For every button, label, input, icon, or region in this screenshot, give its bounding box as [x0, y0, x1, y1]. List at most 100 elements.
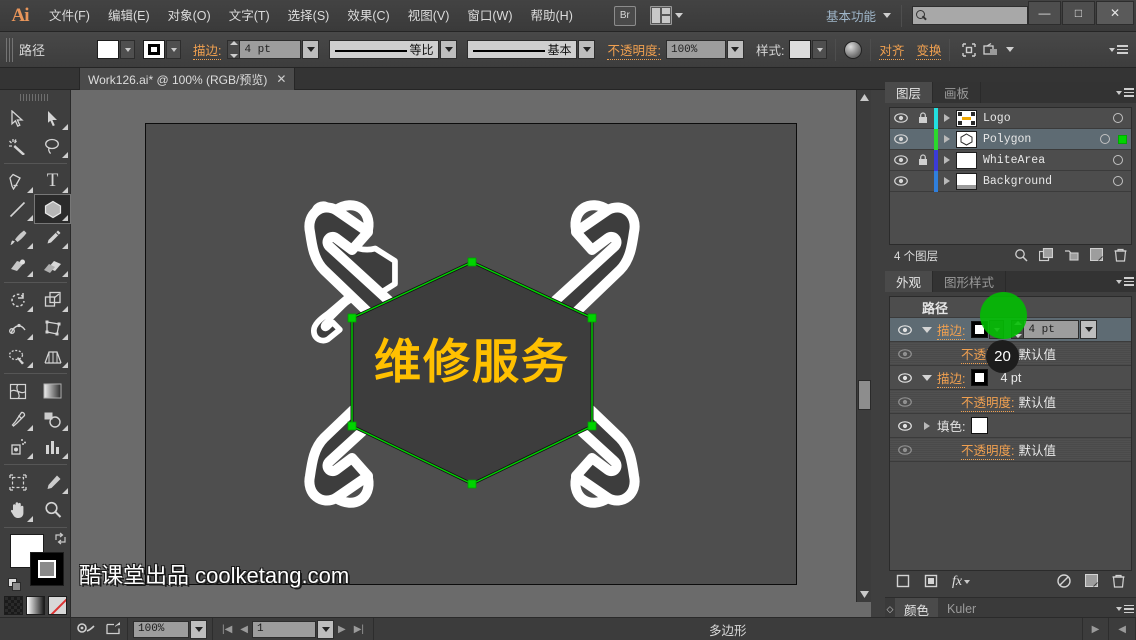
- layer-name[interactable]: Logo: [983, 112, 1105, 125]
- control-bar-menu-icon[interactable]: [1109, 45, 1128, 54]
- layer-visibility-icon[interactable]: [890, 155, 912, 165]
- appearance-opacity-label[interactable]: 不透明度:: [961, 344, 1015, 364]
- appearance-stroke-width-input[interactable]: 4 pt: [1023, 320, 1080, 339]
- stroke-profile-chevron-icon[interactable]: [440, 40, 458, 59]
- color-mode-button[interactable]: [3, 596, 23, 615]
- clipping-mask-icon[interactable]: [980, 40, 1002, 60]
- align-button[interactable]: 对齐: [879, 40, 905, 60]
- appearance-stroke-label[interactable]: 描边:: [937, 320, 966, 340]
- mask-chevron-icon[interactable]: [1006, 47, 1015, 52]
- appearance-visibility-icon[interactable]: [893, 324, 917, 335]
- eraser-tool[interactable]: [35, 251, 70, 279]
- last-artboard-icon[interactable]: ▶|: [350, 624, 368, 635]
- menu-edit[interactable]: 编辑(E): [99, 0, 159, 32]
- menu-view[interactable]: 视图(V): [399, 0, 459, 32]
- rotate-tool[interactable]: [0, 286, 35, 314]
- layer-expand-icon[interactable]: [938, 114, 956, 122]
- graphic-style-swatch[interactable]: [789, 40, 812, 59]
- menu-file[interactable]: 文件(F): [40, 0, 99, 32]
- stroke-width-control[interactable]: 4 pt: [227, 40, 320, 59]
- scale-tool[interactable]: [35, 286, 70, 314]
- opacity-input[interactable]: 100%: [665, 40, 726, 59]
- appearance-fill-label[interactable]: 填色:: [937, 416, 965, 435]
- pencil-tool[interactable]: [35, 223, 70, 251]
- layer-expand-icon[interactable]: [938, 135, 956, 143]
- symbol-sprayer-tool[interactable]: [0, 433, 35, 461]
- layers-panel-menu-icon[interactable]: [1114, 82, 1136, 103]
- line-segment-tool[interactable]: [0, 195, 35, 223]
- menu-effect[interactable]: 效果(C): [338, 0, 398, 32]
- brush-definition-chevron-icon[interactable]: [578, 40, 596, 59]
- layer-target-icon[interactable]: [1105, 113, 1131, 123]
- opacity-chevron-icon[interactable]: [726, 40, 744, 59]
- eyedropper-tool[interactable]: [0, 405, 35, 433]
- scroll-up-icon[interactable]: [857, 90, 871, 105]
- hand-tool[interactable]: [0, 496, 35, 524]
- layer-expand-icon[interactable]: [938, 177, 956, 185]
- create-new-layer-icon[interactable]: [1089, 247, 1104, 264]
- fill-swatch[interactable]: [97, 40, 119, 59]
- tab-artboards[interactable]: 画板: [933, 82, 982, 103]
- status-scroll-right-icon[interactable]: ▶: [1081, 617, 1110, 640]
- appearance-visibility-icon[interactable]: [893, 372, 917, 383]
- appearance-expand-icon[interactable]: [917, 374, 937, 381]
- blend-tool[interactable]: [35, 405, 70, 433]
- slice-tool[interactable]: [35, 468, 70, 496]
- clear-appearance-icon[interactable]: [1057, 573, 1071, 591]
- duplicate-item-icon[interactable]: [1084, 573, 1099, 590]
- stroke-width-stepper[interactable]: [227, 40, 240, 59]
- appearance-opacity-label[interactable]: 不透明度:: [961, 440, 1015, 460]
- status-text[interactable]: 多边形: [374, 620, 1082, 639]
- delete-layer-icon[interactable]: [1114, 248, 1127, 265]
- panel-grip-icon[interactable]: ◇: [885, 604, 895, 615]
- add-effect-icon[interactable]: fx: [952, 574, 971, 590]
- appearance-expand-icon[interactable]: [917, 421, 937, 430]
- shape-builder-tool[interactable]: [0, 342, 35, 370]
- artboard-number-input[interactable]: 1: [252, 620, 316, 638]
- tab-graphic-styles[interactable]: 图形样式: [933, 271, 1007, 292]
- artboard[interactable]: 维修服务: [145, 123, 797, 585]
- document-tab[interactable]: Work126.ai* @ 100% (RGB/预览) ✕: [79, 68, 296, 90]
- add-new-fill-icon[interactable]: [924, 574, 938, 591]
- appearance-expand-icon[interactable]: [917, 326, 937, 333]
- stroke-swatch-control[interactable]: [143, 40, 181, 59]
- fill-swatch-control[interactable]: [97, 40, 135, 59]
- artboard-tool[interactable]: [0, 468, 35, 496]
- appearance-row-opacity-2[interactable]: 不透明度: 默认值: [890, 390, 1131, 414]
- lasso-tool[interactable]: [35, 132, 70, 160]
- column-graph-tool[interactable]: [35, 433, 70, 461]
- appearance-row-stroke-2[interactable]: 描边: 4 pt: [890, 366, 1131, 390]
- appearance-visibility-icon[interactable]: [893, 396, 917, 407]
- stepper-up-icon[interactable]: [229, 41, 238, 45]
- selection-tool[interactable]: [0, 104, 35, 132]
- delete-item-icon[interactable]: [1112, 574, 1125, 591]
- appearance-stroke-swatch[interactable]: [971, 369, 989, 386]
- stroke-color-swatch[interactable]: [30, 552, 64, 586]
- appearance-empty-space[interactable]: [890, 462, 1131, 570]
- appearance-stroke-stepper[interactable]: [1011, 320, 1024, 339]
- zoom-chevron-icon[interactable]: [190, 619, 207, 639]
- layer-lock-icon[interactable]: [912, 154, 934, 166]
- opacity-label[interactable]: 不透明度:: [607, 40, 661, 60]
- tab-appearance[interactable]: 外观: [885, 271, 934, 292]
- layer-target-icon[interactable]: [1105, 176, 1131, 186]
- create-new-sublayer-icon[interactable]: [1064, 248, 1079, 265]
- appearance-fill-swatch[interactable]: [971, 417, 989, 434]
- page-navigation[interactable]: |◀ ◀ 1 ▶ ▶|: [213, 617, 374, 640]
- bridge-icon[interactable]: Br: [613, 5, 636, 26]
- menu-help[interactable]: 帮助(H): [522, 0, 582, 32]
- workspace-switcher[interactable]: 基本功能: [826, 6, 876, 25]
- brush-definition-value[interactable]: 基本: [467, 40, 578, 59]
- stroke-swatch-chevron-icon[interactable]: [166, 40, 181, 59]
- appearance-stroke-width-chevron-icon[interactable]: [1080, 320, 1098, 339]
- paintbrush-tool[interactable]: [0, 223, 35, 251]
- layer-target-icon[interactable]: [1092, 134, 1118, 144]
- isolate-group-icon[interactable]: [958, 40, 980, 60]
- perspective-grid-tool[interactable]: [35, 342, 70, 370]
- free-transform-tool[interactable]: [35, 314, 70, 342]
- add-new-stroke-icon[interactable]: [896, 574, 910, 591]
- polygon-tool[interactable]: [34, 194, 71, 224]
- direct-selection-tool[interactable]: [35, 104, 70, 132]
- share-on-behance-icon[interactable]: [106, 621, 122, 638]
- next-artboard-icon[interactable]: ▶: [334, 624, 350, 635]
